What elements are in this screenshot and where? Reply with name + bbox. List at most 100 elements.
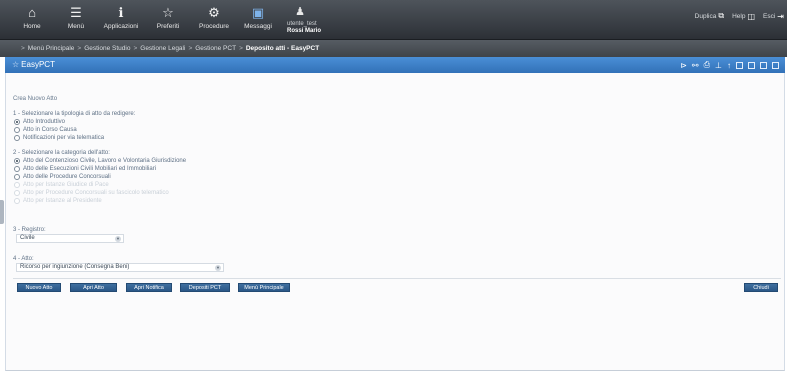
breadcrumb-separator: > bbox=[21, 45, 25, 52]
toolbar-favorites-label: Preferiti bbox=[156, 23, 180, 30]
radio-label: Notificazioni per via telematica bbox=[23, 135, 105, 141]
up-icon[interactable]: ↑ bbox=[727, 61, 731, 70]
radio-label: Atto per Istanze al Presidente bbox=[23, 198, 102, 204]
grid-icon[interactable] bbox=[736, 61, 743, 69]
radio-icon bbox=[14, 127, 20, 133]
apri-atto-button[interactable]: Apri Atto bbox=[70, 283, 117, 292]
depositi-pct-button[interactable]: Depositi PCT bbox=[180, 283, 230, 292]
radio-disabled-option: Atto per Istanze al Presidente bbox=[14, 197, 102, 205]
radio-procedure-concorsuali[interactable]: Atto delle Procedure Concorsuali bbox=[14, 173, 111, 181]
chevron-down-icon: ▼ bbox=[215, 265, 221, 271]
duplica-label: Duplica bbox=[694, 12, 717, 20]
tag-icon[interactable]: ⊳ bbox=[680, 61, 687, 70]
toolbar-favorites[interactable]: ☆ Preferiti bbox=[146, 3, 190, 31]
close-icon[interactable] bbox=[772, 61, 779, 69]
breadcrumb-separator: > bbox=[188, 45, 193, 52]
atto-value: Ricorso per ingiunzione (Consegna Beni) bbox=[20, 264, 130, 270]
window-tools: ⊳ ⚯ ⎙ ⊥ ↑ bbox=[680, 57, 779, 73]
user-icon: ♟ bbox=[295, 6, 305, 18]
messages-icon: ▣ bbox=[251, 5, 265, 20]
help-button[interactable]: Help ◫ bbox=[732, 12, 755, 21]
toolbar-procedures[interactable]: ⚙ Procedure bbox=[192, 3, 236, 31]
esci-button[interactable]: Esci ⇥ bbox=[763, 12, 784, 21]
toolbar-messages[interactable]: ▣ Messaggi bbox=[236, 3, 280, 31]
breadcrumb-separator: > bbox=[133, 45, 138, 52]
divider bbox=[13, 278, 781, 279]
radio-esecuzioni-civili[interactable]: Atto delle Esecuzioni Civili Mobiliari e… bbox=[14, 165, 156, 173]
radio-notificazioni[interactable]: Notificazioni per via telematica bbox=[14, 134, 104, 142]
radio-label: Atto delle Esecuzioni Civili Mobiliari e… bbox=[23, 166, 157, 172]
radio-icon bbox=[14, 174, 20, 180]
side-collapse-handle[interactable] bbox=[0, 200, 4, 224]
radio-disabled-option: Atto per Procedure Concorsuali su fascic… bbox=[14, 189, 169, 197]
breadcrumb-item[interactable]: Gestione PCT bbox=[195, 45, 236, 52]
window-title-text: EasyPCT bbox=[21, 60, 55, 69]
toolbar-home[interactable]: ⌂ Home bbox=[10, 3, 54, 31]
applications-icon: ℹ bbox=[118, 5, 124, 20]
gear-icon: ⚙ bbox=[208, 5, 220, 20]
duplicate-icon: ⧉ bbox=[718, 11, 725, 20]
radio-label: Atto del Contenzioso Civile, Lavoro e Vo… bbox=[23, 158, 187, 164]
radio-icon bbox=[14, 119, 20, 125]
menu-principale-button[interactable]: Menù Principale bbox=[238, 283, 290, 292]
radio-icon bbox=[14, 182, 20, 188]
window-header: ☆ EasyPCT ⊳ ⚯ ⎙ ⊥ ↑ bbox=[5, 57, 785, 73]
duplica-button[interactable]: Duplica ⧉ bbox=[695, 11, 724, 21]
registro-select[interactable]: Civile ▼ bbox=[16, 234, 124, 243]
user-box[interactable]: ♟ utente_test Rossi Mario bbox=[287, 4, 321, 35]
breadcrumb-item[interactable]: Gestione Studio bbox=[84, 45, 130, 52]
chevron-down-icon: ▼ bbox=[115, 236, 121, 242]
radio-disabled-option: Atto per Istanze Giudice di Pace bbox=[14, 181, 109, 189]
toolbar-menu-label: Menù bbox=[67, 23, 85, 30]
radio-label: Atto Introduttivo bbox=[23, 119, 66, 125]
home-icon: ⌂ bbox=[28, 5, 36, 20]
restore-icon[interactable] bbox=[748, 61, 755, 69]
radio-icon bbox=[14, 198, 20, 204]
breadcrumb-item[interactable]: Menù Principale bbox=[28, 45, 75, 52]
star-icon: ☆ bbox=[162, 5, 174, 20]
radio-contenzioso-civile[interactable]: Atto del Contenzioso Civile, Lavoro e Vo… bbox=[14, 157, 186, 165]
user-login: utente_test bbox=[287, 21, 317, 27]
minimize-icon[interactable] bbox=[760, 61, 767, 69]
form-subtitle: Crea Nuovo Atto bbox=[13, 96, 58, 102]
user-fullname: Rossi Mario bbox=[287, 28, 322, 34]
top-toolbar: ⌂ Home ☰ Menù ℹ Applicazioni ☆ Preferiti… bbox=[0, 0, 787, 40]
help-icon: ◫ bbox=[747, 11, 756, 21]
exit-icon: ⇥ bbox=[777, 11, 784, 21]
pin-icon[interactable]: ⊥ bbox=[715, 61, 722, 70]
toolbar-home-label: Home bbox=[23, 23, 41, 30]
breadcrumb-item[interactable]: Gestione Legali bbox=[140, 45, 185, 52]
apri-notifica-button[interactable]: Apri Notifica bbox=[126, 283, 172, 292]
link-icon[interactable]: ⚯ bbox=[692, 61, 699, 70]
radio-icon bbox=[14, 135, 20, 141]
nuovo-atto-button[interactable]: Nuovo Atto bbox=[17, 283, 61, 292]
toolbar-applications[interactable]: ℹ Applicazioni bbox=[99, 3, 143, 31]
atto-select[interactable]: Ricorso per ingiunzione (Consegna Beni) … bbox=[16, 263, 224, 272]
radio-label: Atto delle Procedure Concorsuali bbox=[23, 174, 111, 180]
toolbar-applications-label: Applicazioni bbox=[103, 23, 139, 30]
app-window: ⌂ Home ☰ Menù ℹ Applicazioni ☆ Preferiti… bbox=[0, 0, 787, 376]
radio-atto-introduttivo[interactable]: Atto Introduttivo bbox=[14, 118, 65, 126]
window-title: ☆ EasyPCT bbox=[12, 57, 55, 73]
breadcrumb-separator: > bbox=[239, 45, 243, 52]
breadcrumb: > Menù Principale > Gestione Studio > Gestion… bbox=[0, 40, 787, 57]
print-icon[interactable]: ⎙ bbox=[704, 60, 710, 70]
radio-label: Atto in Corso Causa bbox=[23, 127, 77, 133]
radio-label: Atto per Procedure Concorsuali su fascic… bbox=[23, 190, 169, 196]
section4-title: 4 - Atto: bbox=[13, 256, 34, 262]
toolbar-menu[interactable]: ☰ Menù bbox=[54, 3, 98, 31]
radio-atto-corso-causa[interactable]: Atto in Corso Causa bbox=[14, 126, 77, 134]
section1-title: 1 - Selezionare la tipologia di atto da … bbox=[13, 111, 136, 117]
breadcrumb-current: Deposito atti - EasyPCT bbox=[245, 45, 320, 52]
menu-icon: ☰ bbox=[70, 5, 82, 20]
radio-icon bbox=[14, 190, 20, 196]
registro-value: Civile bbox=[20, 235, 35, 241]
section3-title: 3 - Registro: bbox=[13, 227, 46, 233]
esci-label: Esci bbox=[763, 12, 776, 20]
top-right-actions: Duplica ⧉ Help ◫ Esci ⇥ bbox=[695, 11, 784, 21]
chiudi-button[interactable]: Chiudi bbox=[744, 283, 778, 292]
favorite-star-icon[interactable]: ☆ bbox=[12, 60, 19, 69]
radio-icon bbox=[14, 158, 20, 164]
toolbar-procedures-label: Procedure bbox=[199, 23, 229, 30]
section2-title: 2 - Selezionare la categoria dell'atto: bbox=[13, 150, 110, 156]
